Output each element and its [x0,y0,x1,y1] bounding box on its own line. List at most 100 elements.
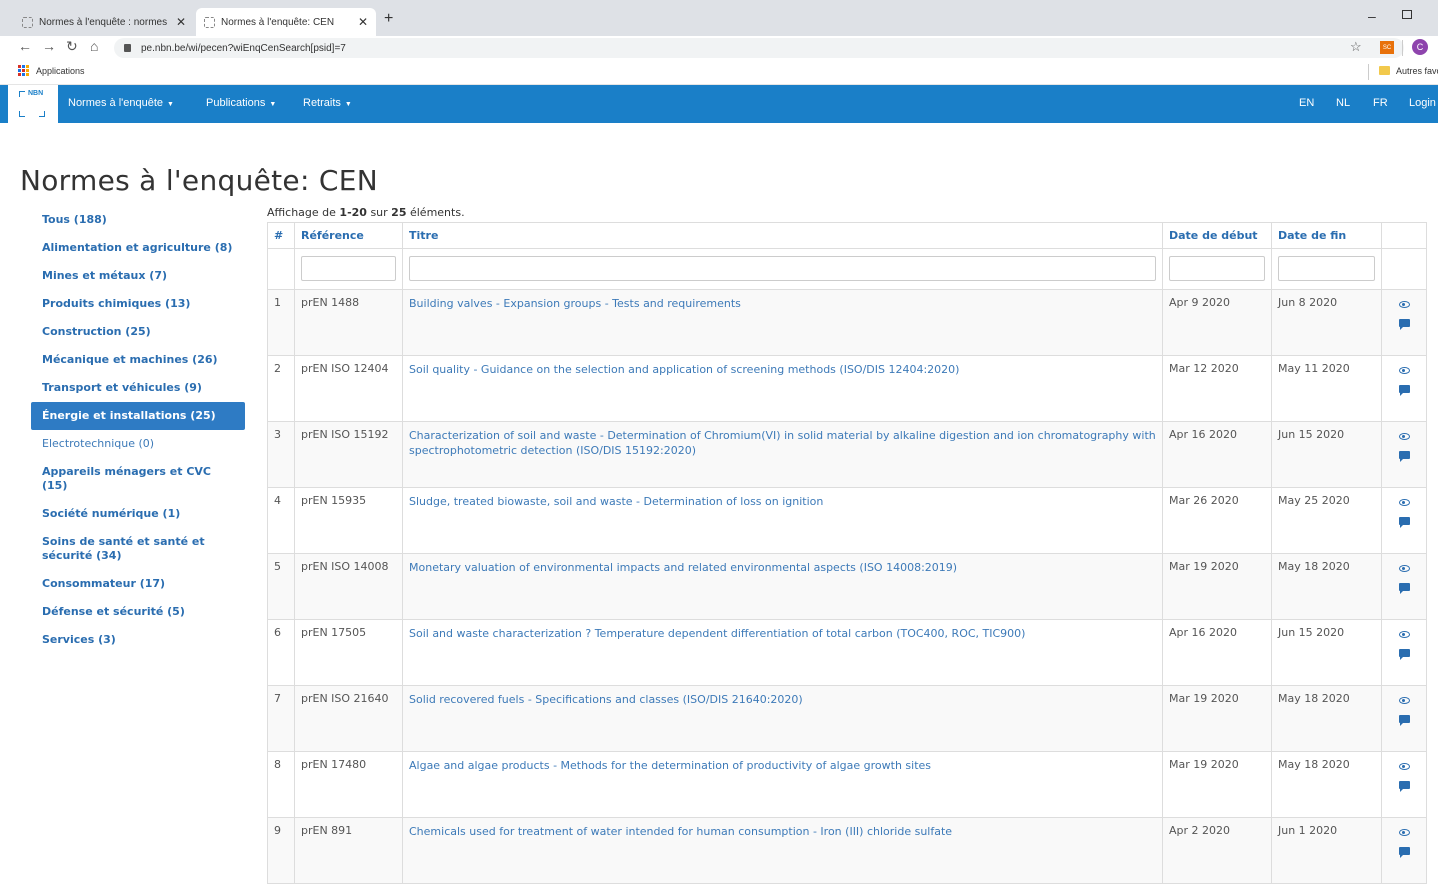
view-eye-icon[interactable] [1398,631,1410,638]
view-eye-icon[interactable] [1398,829,1410,836]
sidebar-item-defense[interactable]: Défense et sécurité (5) [31,598,245,626]
row-title-link[interactable]: Soil quality - Guidance on the selection… [402,355,1163,422]
home-icon[interactable]: ⌂ [90,38,98,54]
back-arrow-icon[interactable]: ← [18,38,32,54]
close-tab-icon[interactable]: ✕ [176,15,186,29]
lang-nl[interactable]: NL [1336,97,1350,109]
url-input[interactable]: pe.nbn.be/wi/pecen?wiEnqCenSearch[psid]=… [114,38,1404,58]
view-eye-icon[interactable] [1398,763,1410,770]
close-tab-icon[interactable]: ✕ [358,15,368,29]
sidebar-item-mecanique[interactable]: Mécanique et machines (26) [31,346,245,374]
sidebar-item-societe-numerique[interactable]: Société numérique (1) [31,500,245,528]
start-date-filter-input[interactable] [1169,256,1265,281]
comment-icon[interactable] [1398,583,1410,594]
sidebar-item-services[interactable]: Services (3) [31,626,245,654]
view-eye-icon[interactable] [1398,367,1410,374]
table-row: 6 prEN 17505 Soil and waste characterizati… [267,619,1427,686]
comment-icon[interactable] [1398,385,1410,396]
table-row: 3 prEN ISO 15192 Characterization of soil … [267,421,1427,488]
row-actions [1381,289,1427,356]
comment-icon[interactable] [1398,847,1410,858]
filter-cell-empty [1381,248,1427,290]
sidebar-item-energie[interactable]: Énergie et installations (25) [31,402,245,430]
restore-window-icon[interactable] [1402,10,1412,19]
row-reference: prEN ISO 14008 [294,553,403,620]
row-actions [1381,685,1427,752]
results-summary: Affichage de 1-20 sur 25 éléments. [267,206,465,219]
minimize-window-icon[interactable]: – [1368,8,1376,24]
row-title-link[interactable]: Monetary valuation of environmental impa… [402,553,1163,620]
row-actions [1381,817,1427,884]
reload-icon[interactable]: ↻ [66,38,78,55]
comment-icon[interactable] [1398,319,1410,330]
row-reference: prEN ISO 12404 [294,355,403,422]
nav-publications[interactable]: Publications ▼ [206,97,276,109]
sidebar-item-appareils-menagers[interactable]: Appareils ménagers et CVC (15) [31,458,245,500]
column-header-num[interactable]: # [267,222,295,249]
table-row: 2 prEN ISO 12404 Soil quality - Guidance o… [267,355,1427,422]
sidebar-item-tous[interactable]: Tous (188) [31,206,245,234]
new-tab-button[interactable]: + [384,10,393,28]
forward-arrow-icon[interactable]: → [42,38,56,54]
row-number: 4 [267,487,295,554]
sidebar-item-soins-sante[interactable]: Soins de santé et santé et sécurité (34) [31,528,245,570]
login-link[interactable]: Login [1409,97,1436,109]
view-eye-icon[interactable] [1398,697,1410,704]
column-header-end-date[interactable]: Date de fin [1271,222,1382,249]
comment-icon[interactable] [1398,781,1410,792]
comment-icon[interactable] [1398,451,1410,462]
row-title-link[interactable]: Solid recovered fuels - Specifications a… [402,685,1163,752]
nbn-logo[interactable]: NBN [8,85,58,123]
page-favicon-icon [22,16,33,28]
sidebar-item-electrotechnique[interactable]: Electrotechnique (0) [31,430,245,458]
lang-fr[interactable]: FR [1373,97,1388,109]
title-filter-input[interactable] [409,256,1156,281]
summary-suffix: éléments. [406,206,465,219]
view-eye-icon[interactable] [1398,301,1410,308]
row-reference: prEN ISO 21640 [294,685,403,752]
sidebar-item-transport[interactable]: Transport et véhicules (9) [31,374,245,402]
row-end-date: Jun 8 2020 [1271,289,1382,356]
column-header-start-date[interactable]: Date de début [1162,222,1272,249]
row-title-link[interactable]: Characterization of soil and waste - Det… [402,421,1163,488]
nav-retraits[interactable]: Retraits ▼ [303,97,352,109]
extension-icon[interactable]: SC [1380,41,1394,54]
sidebar-item-consommateur[interactable]: Consommateur (17) [31,570,245,598]
lang-en[interactable]: EN [1299,97,1314,109]
apps-grid-icon[interactable] [18,65,29,76]
view-eye-icon[interactable] [1398,565,1410,572]
reference-filter-input[interactable] [301,256,396,281]
browser-tab[interactable]: Normes à l'enquête : normes en ✕ [14,8,194,36]
view-eye-icon[interactable] [1398,499,1410,506]
apps-bookmark[interactable]: Applications [36,66,85,76]
table-row: 1 prEN 1488 Building valves - Expansion gr… [267,289,1427,356]
sidebar-item-mines[interactable]: Mines et métaux (7) [31,262,245,290]
row-title-link[interactable]: Chemicals used for treatment of water in… [402,817,1163,884]
sidebar-item-produits-chimiques[interactable]: Produits chimiques (13) [31,290,245,318]
row-title-link[interactable]: Algae and algae products - Methods for t… [402,751,1163,818]
comment-icon[interactable] [1398,649,1410,660]
bookmark-star-icon[interactable]: ☆ [1350,39,1362,55]
row-end-date: May 18 2020 [1271,751,1382,818]
column-header-title[interactable]: Titre [402,222,1163,249]
end-date-filter-input[interactable] [1278,256,1375,281]
summary-middle: sur [366,206,392,219]
filter-cell [1162,248,1272,290]
browser-tab-active[interactable]: Normes à l'enquête: CEN ✕ [196,8,376,36]
caret-down-icon: ▼ [344,101,352,108]
sidebar-item-construction[interactable]: Construction (25) [31,318,245,346]
row-end-date: Jun 1 2020 [1271,817,1382,884]
row-start-date: Mar 12 2020 [1162,355,1272,422]
column-header-reference[interactable]: Référence [294,222,403,249]
profile-avatar[interactable]: C [1412,39,1428,55]
view-eye-icon[interactable] [1398,433,1410,440]
row-title-link[interactable]: Soil and waste characterization ? Temper… [402,619,1163,686]
comment-icon[interactable] [1398,517,1410,528]
row-number: 6 [267,619,295,686]
row-title-link[interactable]: Sludge, treated biowaste, soil and waste… [402,487,1163,554]
row-title-link[interactable]: Building valves - Expansion groups - Tes… [402,289,1163,356]
nav-normes-enquete[interactable]: Normes à l'enquête ▼ [68,97,174,109]
other-bookmarks[interactable]: Autres favoris [1396,66,1438,76]
sidebar-item-alimentation[interactable]: Alimentation et agriculture (8) [31,234,245,262]
comment-icon[interactable] [1398,715,1410,726]
